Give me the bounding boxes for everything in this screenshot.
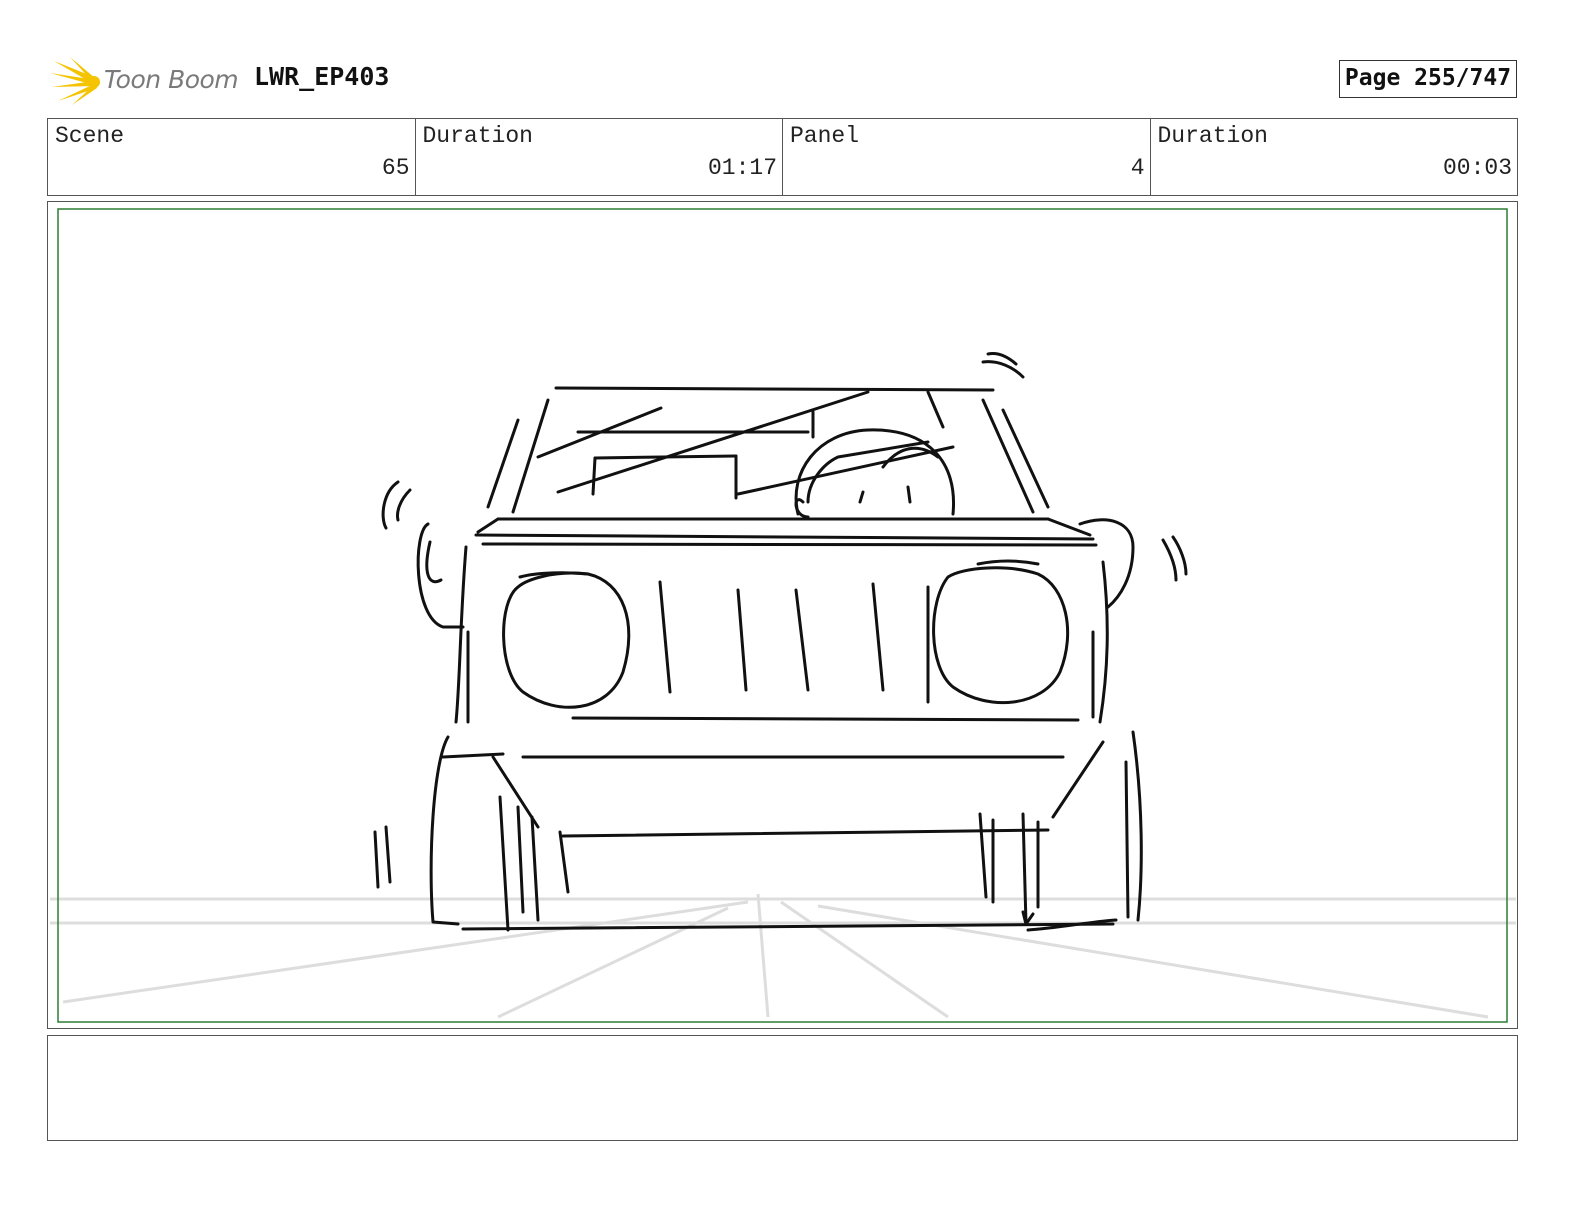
perspective-guides <box>50 893 1516 1019</box>
truck-sketch <box>373 352 1188 932</box>
panel-frame <box>47 201 1518 1029</box>
storyboard-sketch <box>50 208 1516 1023</box>
scene-value: 65 <box>381 155 410 181</box>
scene-duration-value: 01:17 <box>707 155 777 181</box>
starburst-icon <box>50 57 100 105</box>
panel-value: 4 <box>1130 155 1145 181</box>
panel-cell: Panel 4 <box>783 119 1151 195</box>
scene-duration-label: Duration <box>422 123 533 149</box>
scene-info-table: Scene 65 Duration 01:17 Panel 4 Duration… <box>47 118 1518 196</box>
panel-duration-label: Duration <box>1157 123 1268 149</box>
panel-duration-cell: Duration 00:03 <box>1151 119 1518 195</box>
toon-boom-logo: Toon Boom <box>50 55 240 107</box>
panel-label: Panel <box>790 123 860 149</box>
scene-label: Scene <box>55 123 125 149</box>
scene-duration-cell: Duration 01:17 <box>416 119 783 195</box>
panel-notes-box <box>47 1035 1518 1141</box>
logo-text: Toon Boom <box>104 65 239 94</box>
panel-duration-value: 00:03 <box>1442 155 1512 181</box>
project-title: LWR_EP403 <box>254 62 390 91</box>
scene-cell: Scene 65 <box>48 119 416 195</box>
page-indicator: Page 255/747 <box>1339 60 1517 98</box>
